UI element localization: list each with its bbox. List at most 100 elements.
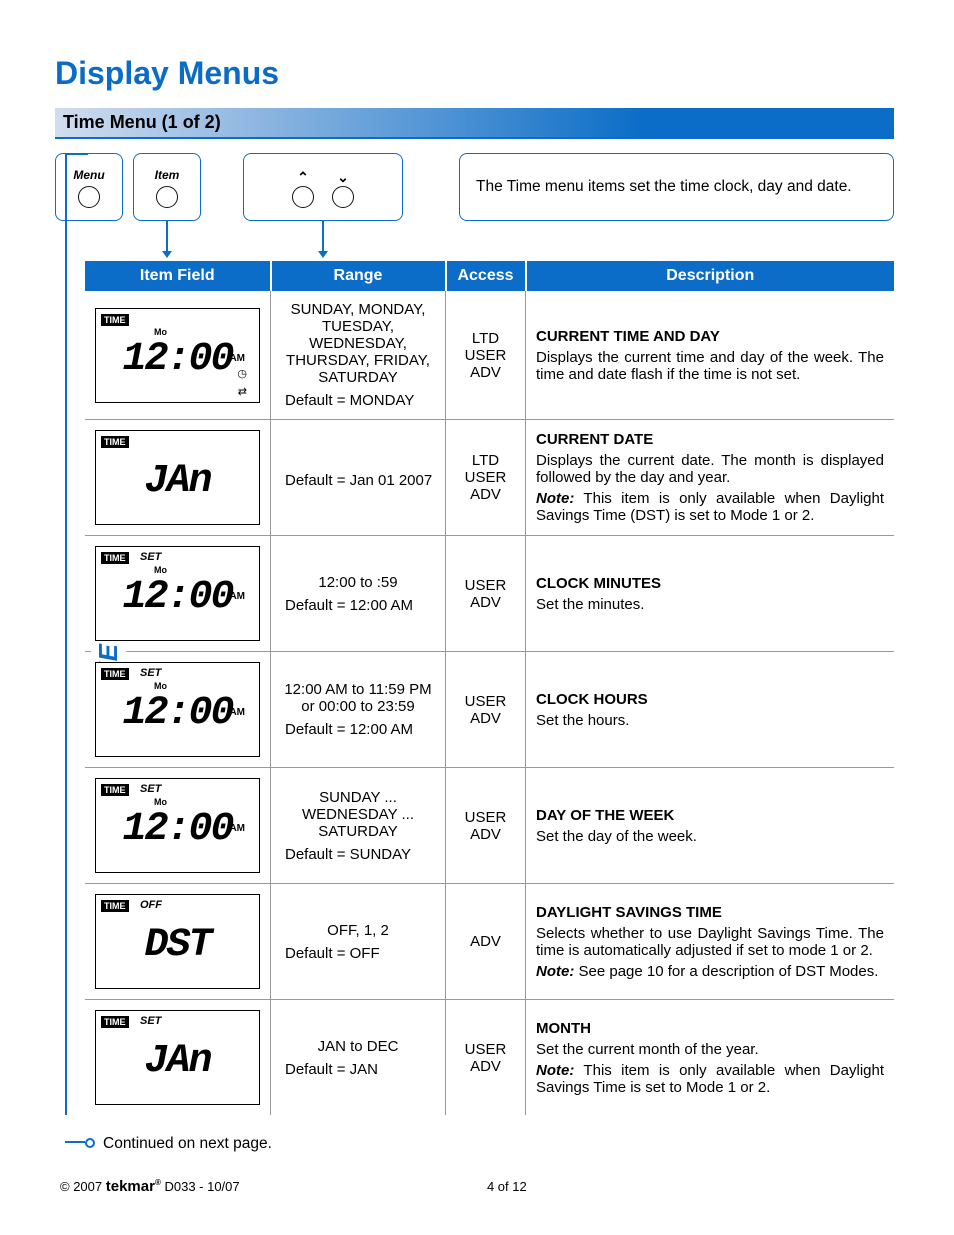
table-row: TIMESETMo12:00AMSUNDAY ... WEDNESDAY ...… xyxy=(85,768,894,884)
lcd-tag: SET xyxy=(140,783,161,795)
lcd-segment: JAn xyxy=(96,1039,259,1084)
lcd-day: Mo xyxy=(154,797,167,807)
table-row: TIMESETJAnJAN to DECDefault = JANUSERADV… xyxy=(85,1000,894,1116)
cell-access: LTDUSERADV xyxy=(446,420,526,536)
desc-note: Note: This item is only available when D… xyxy=(536,1062,884,1096)
table-row: TIMEOFFDSTOFF, 1, 2Default = OFF ADV DAYLI… xyxy=(85,884,894,1000)
cell-access: ADV xyxy=(446,884,526,1000)
access-level: LTD xyxy=(456,452,515,469)
desc-body: Selects whether to use Daylight Savings … xyxy=(536,925,884,959)
lcd-display: TIME SET JAn xyxy=(95,1010,260,1105)
range-text: 12:00 AM to 11:59 PM or 00:00 to 23:59 xyxy=(281,681,435,715)
th-item-field: Item Field xyxy=(85,261,271,291)
cell-item-field: TIME SET JAn xyxy=(85,1000,271,1116)
lcd-segment: DST xyxy=(96,923,259,968)
cell-item-field: TIMESETMo12:00AM xyxy=(85,768,271,884)
range-text: SUNDAY, MONDAY, TUESDAY, WEDNESDAY, THUR… xyxy=(281,301,435,386)
desc-body: Set the day of the week. xyxy=(536,828,884,845)
desc-title: CLOCK MINUTES xyxy=(536,575,884,592)
cell-item-field: TIMEJAn xyxy=(85,420,271,536)
item-button-box: Item xyxy=(133,153,201,221)
range-default: Default = MONDAY xyxy=(281,392,435,409)
lcd-tag: SET xyxy=(140,1015,161,1027)
desc-body: Displays the current time and day of the… xyxy=(536,349,884,383)
access-level: LTD xyxy=(456,330,515,347)
lcd-display: TIMEJAn xyxy=(95,430,260,525)
access-level: USER xyxy=(456,469,515,486)
cell-range: 12:00 to :59 Default = 12:00 AM xyxy=(271,536,446,652)
access-level: ADV xyxy=(456,933,515,950)
lcd-ampm: AM xyxy=(229,707,245,718)
table-row: TIMESETMo12:00AM 12:00 to :59 Default = 12… xyxy=(85,536,894,652)
access-level: ADV xyxy=(456,1058,515,1075)
down-button-icon xyxy=(332,186,354,208)
menu-table: Item Field Range Access Description TIME… xyxy=(85,261,894,1115)
range-default: Default = Jan 01 2007 xyxy=(281,472,435,489)
desc-title: DAY OF THE WEEK xyxy=(536,807,884,824)
footer-page: 4 of 12 xyxy=(487,1179,527,1194)
access-level: USER xyxy=(456,809,515,826)
lcd-badge: TIME xyxy=(101,1016,129,1028)
intro-text: The Time menu items set the time clock, … xyxy=(459,153,894,221)
access-level: USER xyxy=(456,347,515,364)
range-default: Default = 12:00 AM xyxy=(281,597,435,614)
th-range: Range xyxy=(271,261,446,291)
access-level: ADV xyxy=(456,594,515,611)
lcd-display: TIMEMo12:00AM◷⇄ xyxy=(95,308,260,403)
lcd-badge: TIME xyxy=(101,784,129,796)
cell-access: USERADV xyxy=(446,652,526,768)
access-level: ADV xyxy=(456,826,515,843)
cell-access: LTDUSERADV xyxy=(446,291,526,420)
cell-description: CURRENT TIME AND DAY Displays the current… xyxy=(526,291,895,420)
lcd-ampm: AM xyxy=(229,823,245,834)
lcd-day: Mo xyxy=(154,327,167,337)
desc-note: Note: See page 10 for a description of D… xyxy=(536,963,884,980)
cell-description: MONTHSet the current month of the year.N… xyxy=(526,1000,895,1116)
cell-description: DAY OF THE WEEK Set the day of the week. xyxy=(526,768,895,884)
item-button-icon xyxy=(156,186,178,208)
lcd-display: TIMEOFFDST xyxy=(95,894,260,989)
lcd-ampm: AM xyxy=(229,591,245,602)
cell-item-field: TIMESETMo12:00AM xyxy=(85,536,271,652)
lcd-ampm: AM xyxy=(229,353,245,364)
cell-description: DAYLIGHT SAVINGS TIMESelects whether to … xyxy=(526,884,895,1000)
arrow-down-icon xyxy=(318,221,328,258)
footer-doc: D033 - 10/07 xyxy=(164,1179,239,1194)
desc-body: Set the minutes. xyxy=(536,596,884,613)
lcd-display: TIMESETMo12:00AM xyxy=(95,778,260,873)
lcd-badge: TIME xyxy=(101,314,129,326)
access-level: ADV xyxy=(456,486,515,503)
table-row: TIMEMo12:00AM◷⇄SUNDAY, MONDAY, TUESDAY, … xyxy=(85,291,894,420)
arrow-down-icon xyxy=(162,221,172,258)
cell-description: CLOCK HOURSSet the hours. xyxy=(526,652,895,768)
lcd-badge: TIME xyxy=(101,552,129,564)
cell-item-field: TIMEMo12:00AM◷⇄ xyxy=(85,291,271,420)
cell-range: SUNDAY ... WEDNESDAY ... SATURDAYDefault… xyxy=(271,768,446,884)
access-level: USER xyxy=(456,1041,515,1058)
cell-range: OFF, 1, 2Default = OFF xyxy=(271,884,446,1000)
rail-end-dot xyxy=(85,1138,95,1148)
footer-brand: tekmar® xyxy=(106,1178,161,1195)
range-text: 12:00 to :59 xyxy=(281,574,435,591)
desc-note: Note: This item is only available when D… xyxy=(536,490,884,524)
continued-text: Continued on next page. xyxy=(103,1135,272,1153)
range-default: Default = OFF xyxy=(281,945,435,962)
access-level: USER xyxy=(456,693,515,710)
lcd-display: TIMESETMo12:00AM xyxy=(95,662,260,757)
up-button-icon xyxy=(292,186,314,208)
desc-title: CURRENT TIME AND DAY xyxy=(536,328,884,345)
chevron-up-icon: ⌃ xyxy=(297,169,309,186)
cell-access: USERADV xyxy=(446,536,526,652)
access-level: ADV xyxy=(456,364,515,381)
desc-title: CLOCK HOURS xyxy=(536,691,884,708)
menu-button-label: Menu xyxy=(73,168,104,182)
cell-item-field: TIMESETMo12:00AM xyxy=(85,652,271,768)
cell-range: 12:00 AM to 11:59 PM or 00:00 to 23:59De… xyxy=(271,652,446,768)
item-button-label: Item xyxy=(155,168,180,182)
cell-range: Default = Jan 01 2007 xyxy=(271,420,446,536)
desc-title: CURRENT DATE xyxy=(536,431,884,448)
section-title: Time Menu (1 of 2) xyxy=(55,108,894,139)
footer-copyright: © 2007 xyxy=(60,1179,106,1194)
th-description: Description xyxy=(526,261,895,291)
table-row: TIMESETMo12:00AM12:00 AM to 11:59 PM or … xyxy=(85,652,894,768)
